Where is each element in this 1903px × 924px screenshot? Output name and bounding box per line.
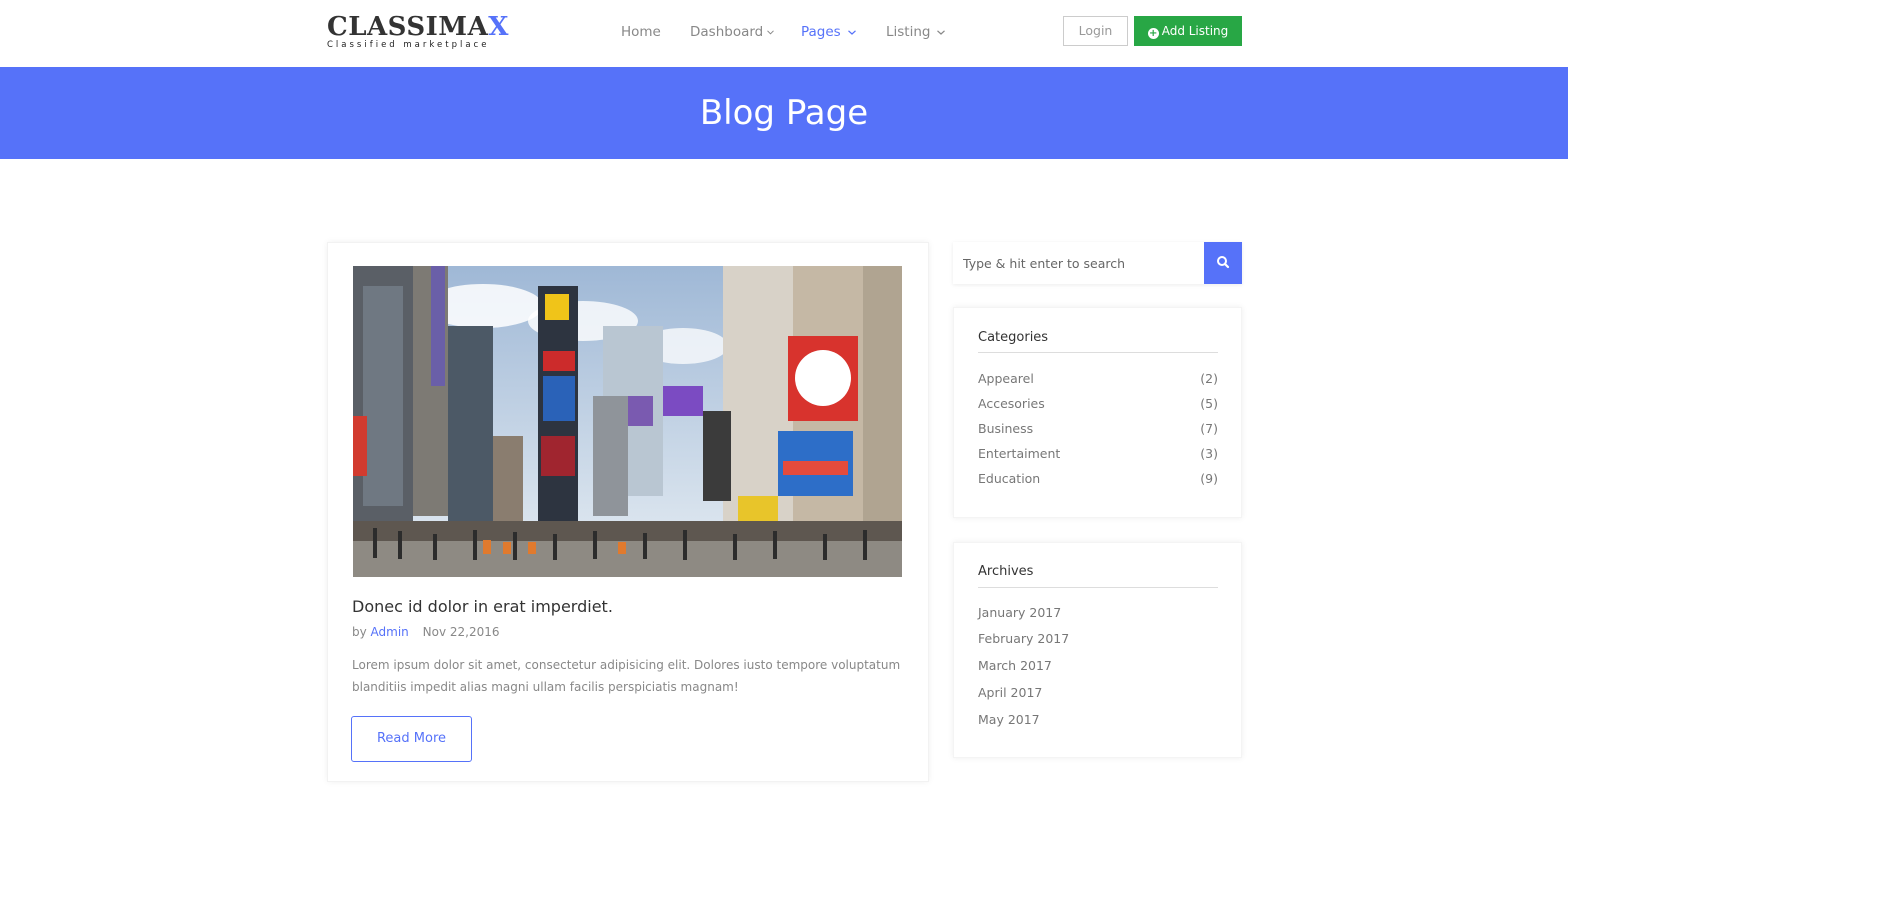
read-more-button[interactable]: Read More — [351, 716, 472, 762]
archive-item[interactable]: May 2017 — [978, 711, 1040, 729]
login-button[interactable]: Login — [1063, 16, 1128, 46]
post-author-link[interactable]: Admin — [371, 625, 409, 639]
chevron-down-icon — [847, 29, 856, 35]
category-item[interactable]: Entertaiment (3) — [978, 445, 1218, 463]
category-item[interactable]: Education (9) — [978, 470, 1218, 488]
search-button[interactable] — [1204, 242, 1242, 284]
nav-item-listing[interactable]: Listing — [886, 22, 946, 42]
post-meta: by Admin Nov 22,2016 — [352, 624, 499, 640]
category-item[interactable]: Appearel (2) — [978, 370, 1218, 388]
divider — [978, 587, 1218, 588]
site-logo[interactable]: CLASSIMAX Classified marketplace — [327, 12, 509, 52]
plus-circle-icon: + — [1147, 28, 1159, 39]
categories-title: Categories — [978, 330, 1049, 345]
city-street-image — [353, 266, 902, 577]
nav-item-dashboard[interactable]: Dashboard — [690, 22, 775, 42]
chevron-down-icon — [767, 29, 775, 35]
site-header: CLASSIMAX Classified marketplace Home Da… — [0, 0, 1568, 67]
post-by-label: by — [352, 625, 367, 639]
archive-item[interactable]: April 2017 — [978, 684, 1042, 702]
divider — [978, 352, 1218, 353]
add-listing-label: Add Listing — [1161, 24, 1229, 38]
search-icon — [1217, 256, 1230, 269]
page-title: Blog Page — [699, 93, 869, 133]
category-item[interactable]: Accesories (5) — [978, 395, 1218, 413]
search-input[interactable] — [953, 242, 1204, 284]
logo-tagline: Classified marketplace — [327, 40, 490, 50]
nav-item-pages[interactable]: Pages — [801, 22, 856, 42]
archives-widget: Archives January 2017 February 2017 Marc… — [953, 542, 1242, 758]
logo-wordmark: CLASSIMAX — [327, 12, 509, 42]
archive-item[interactable]: January 2017 — [978, 604, 1061, 622]
post-excerpt: Lorem ipsum dolor sit amet, consectetur … — [352, 658, 901, 694]
category-item[interactable]: Business (7) — [978, 420, 1218, 438]
search-widget — [953, 242, 1242, 284]
post-featured-image[interactable] — [353, 266, 902, 577]
archives-title: Archives — [978, 564, 1034, 579]
archive-item[interactable]: March 2017 — [978, 657, 1052, 675]
post-title[interactable]: Donec id dolor in erat imperdiet. — [352, 596, 613, 618]
add-listing-button[interactable]: + Add Listing — [1134, 16, 1242, 46]
chevron-down-icon — [937, 29, 946, 35]
nav-item-home[interactable]: Home — [621, 22, 661, 42]
post-date: Nov 22,2016 — [422, 625, 500, 639]
archive-item[interactable]: February 2017 — [978, 630, 1069, 648]
page-banner: Blog Page — [0, 67, 1568, 159]
categories-widget: Categories Appearel (2) Accesories (5) Bus… — [953, 307, 1242, 518]
